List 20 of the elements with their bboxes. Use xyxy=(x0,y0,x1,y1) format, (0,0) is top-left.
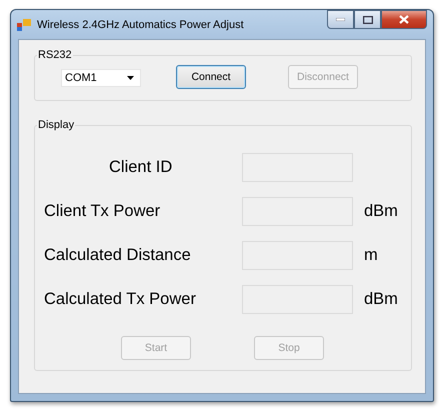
minimize-icon xyxy=(336,18,345,21)
close-button[interactable] xyxy=(381,10,427,29)
field-label: Client ID xyxy=(108,158,174,177)
dropdown-arrow-icon xyxy=(127,76,134,80)
window-title: Wireless 2.4GHz Automatics Power Adjust xyxy=(37,18,245,30)
group-title: Display xyxy=(37,119,76,131)
maximize-icon xyxy=(362,16,372,24)
group-title: RS232 xyxy=(37,49,73,61)
app-icon xyxy=(17,18,31,30)
unit-label: dBm xyxy=(363,202,399,221)
port-dropdown[interactable]: COM1 xyxy=(61,68,141,86)
unit-label: dBm xyxy=(363,290,399,309)
field-label: Calculated Tx Power xyxy=(44,290,197,309)
field-label: Calculated Distance xyxy=(44,246,192,265)
field-label: Client Tx Power xyxy=(44,202,162,221)
minimize-button[interactable] xyxy=(327,10,354,29)
connect-button[interactable]: Connect xyxy=(176,64,246,88)
maximize-button[interactable] xyxy=(354,10,381,29)
unit-label: m xyxy=(363,246,379,265)
close-icon xyxy=(399,15,409,24)
